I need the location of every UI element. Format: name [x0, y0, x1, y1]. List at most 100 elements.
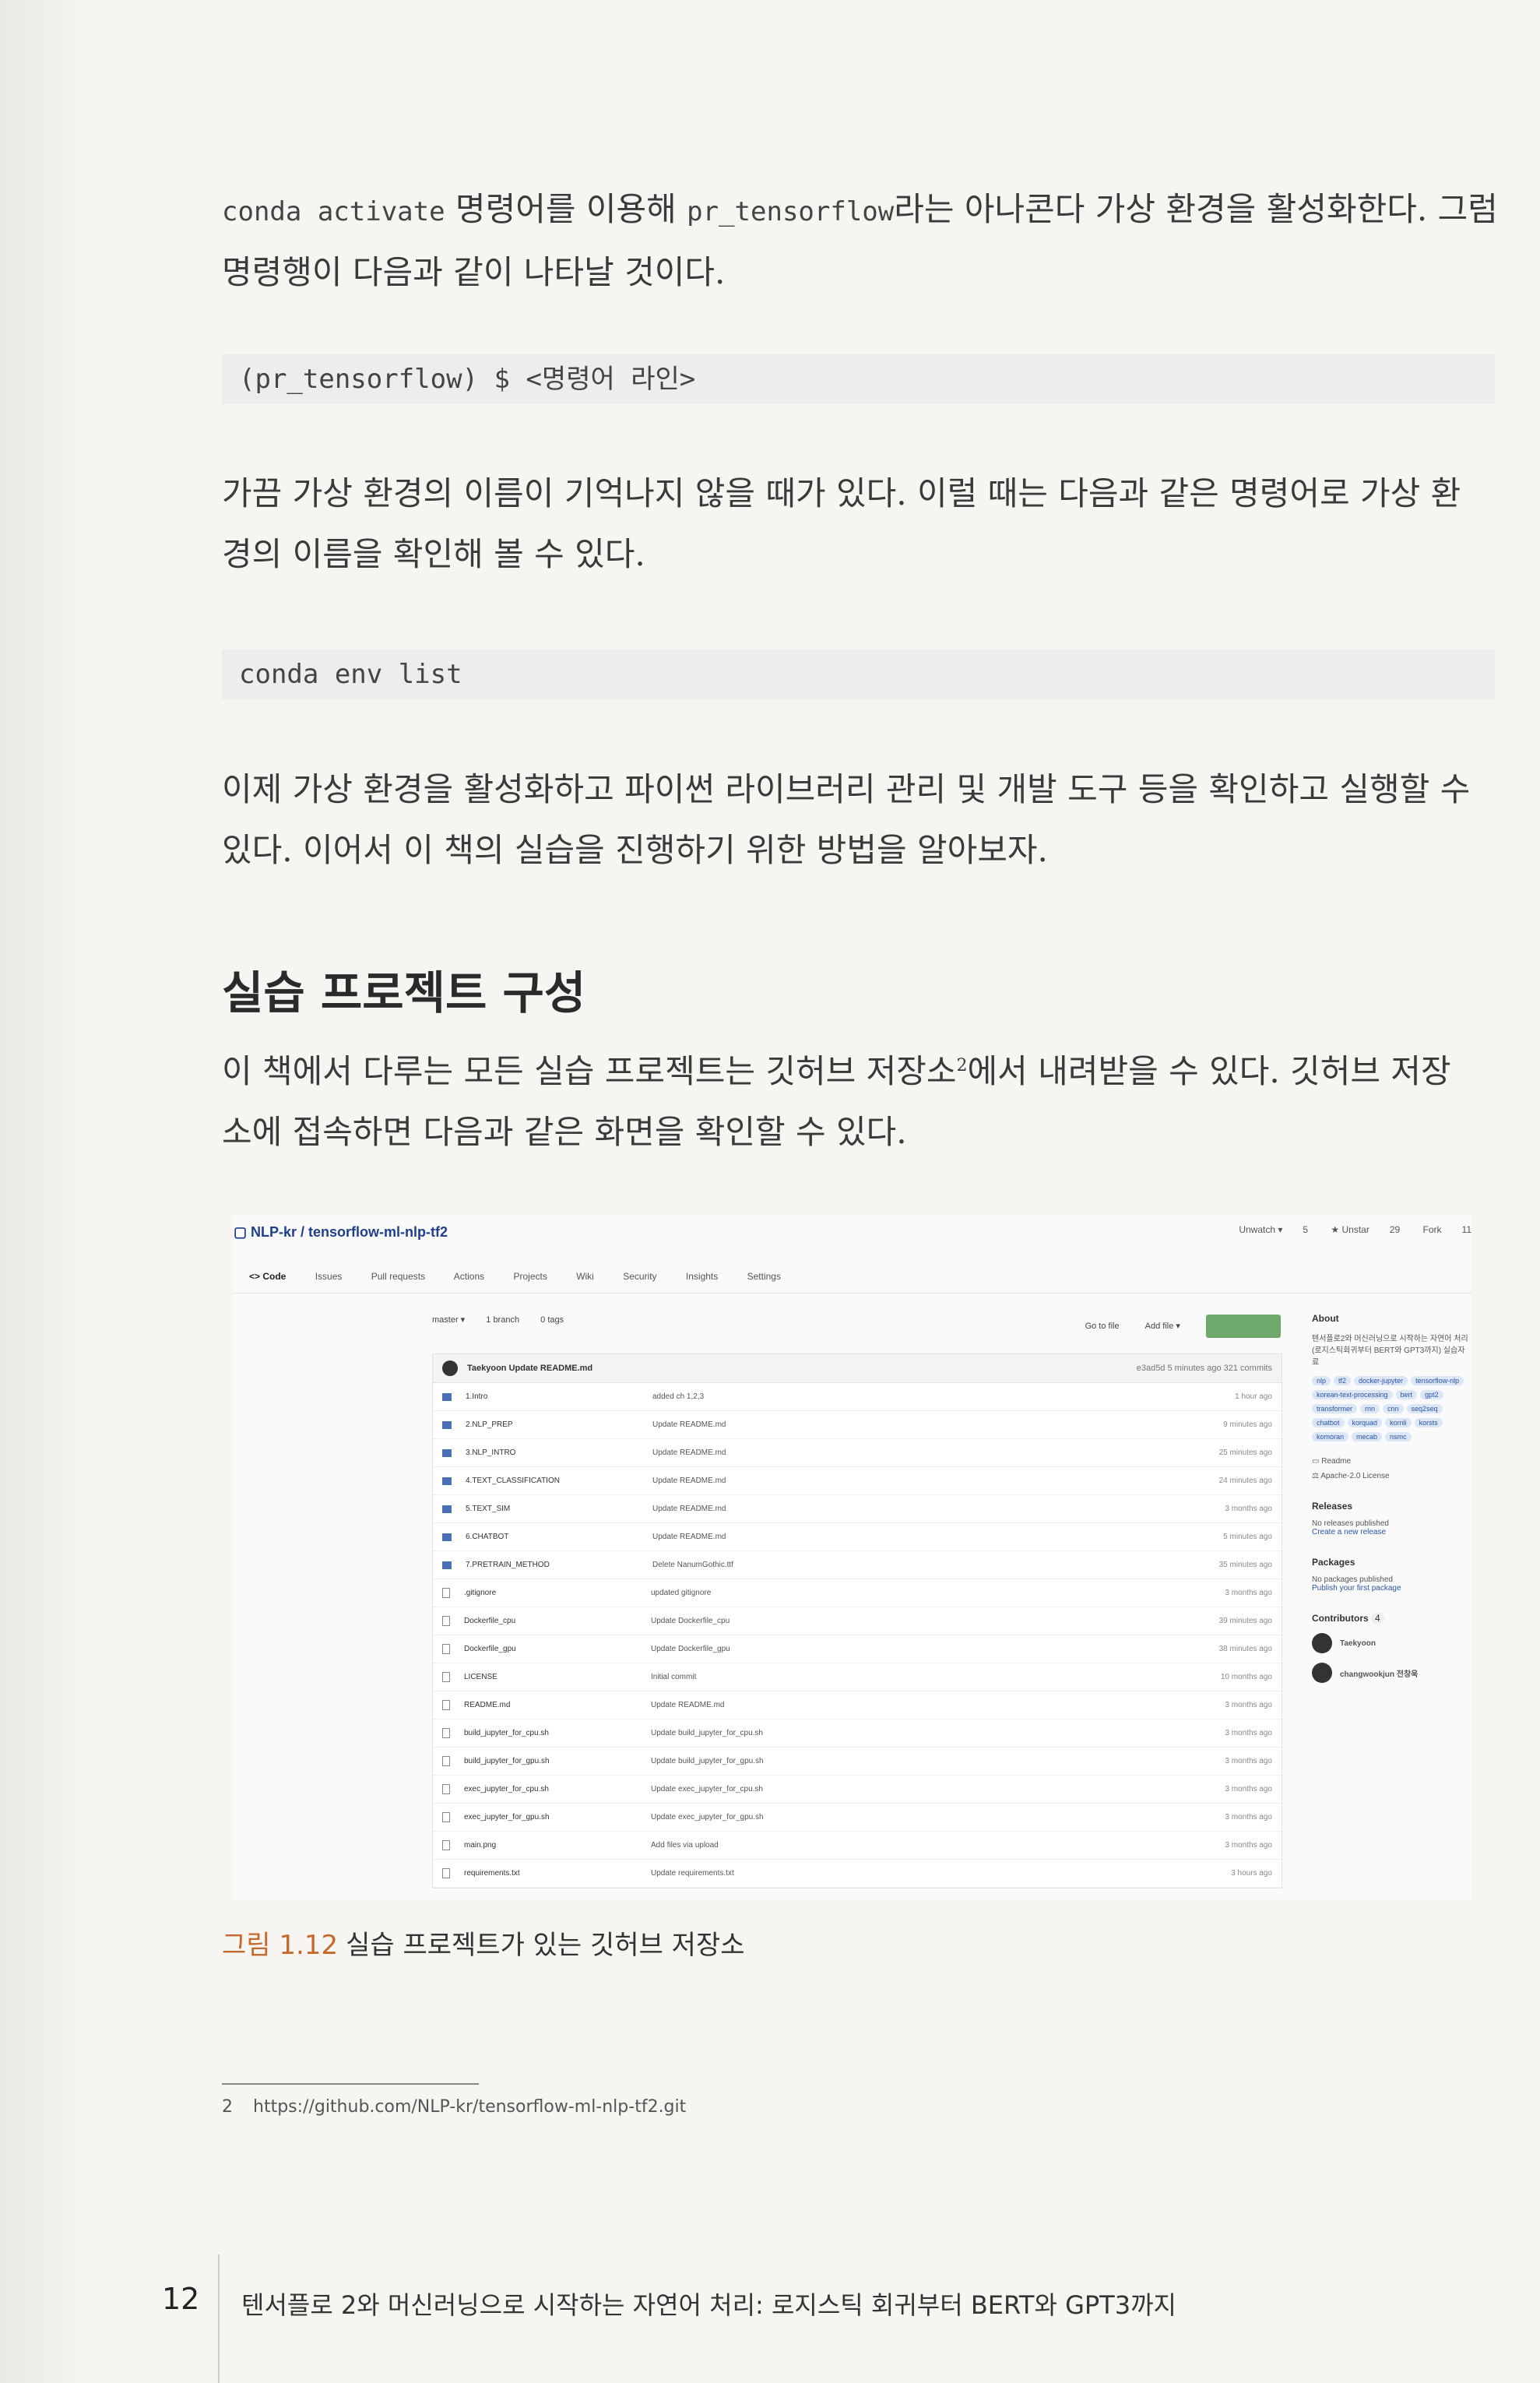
- file-name[interactable]: Dockerfile_gpu: [464, 1645, 651, 1653]
- create-release-link[interactable]: Create a new release: [1312, 1528, 1471, 1536]
- file-commit-message[interactable]: updated gitignore: [651, 1589, 1179, 1597]
- file-commit-message[interactable]: Update README.md: [652, 1533, 1179, 1541]
- code-download-button[interactable]: [1206, 1315, 1281, 1338]
- branch-select[interactable]: master ▾: [432, 1315, 465, 1325]
- table-row[interactable]: LICENSE Initial commit 10 months ago: [433, 1663, 1282, 1691]
- file-commit-message[interactable]: Update README.md: [652, 1477, 1179, 1485]
- tags-link[interactable]: 0 tags: [540, 1315, 564, 1325]
- publish-package-link[interactable]: Publish your first package: [1312, 1584, 1471, 1593]
- table-row[interactable]: 3.NLP_INTRO Update README.md 25 minutes ag…: [433, 1439, 1282, 1467]
- file-commit-message[interactable]: Add files via upload: [651, 1841, 1179, 1850]
- go-to-file-button[interactable]: Go to file: [1085, 1322, 1120, 1331]
- footnote-url[interactable]: https://github.com/NLP-kr/tensorflow-ml-…: [253, 2097, 686, 2117]
- table-row[interactable]: requirements.txt Update requirements.txt 3…: [433, 1860, 1282, 1888]
- table-row[interactable]: exec_jupyter_for_gpu.sh Update exec_jupyt…: [433, 1804, 1282, 1832]
- topic-tag[interactable]: docker-jupyter: [1354, 1376, 1408, 1385]
- file-name[interactable]: 4.TEXT_CLASSIFICATION: [466, 1477, 652, 1485]
- license-link[interactable]: ⚖ Apache-2.0 License: [1312, 1472, 1471, 1480]
- file-name[interactable]: exec_jupyter_for_gpu.sh: [464, 1813, 651, 1822]
- table-row[interactable]: 6.CHATBOT Update README.md 5 minutes ago: [433, 1523, 1282, 1551]
- topic-tag[interactable]: korean-text-processing: [1312, 1390, 1393, 1399]
- topic-tag[interactable]: nsmc: [1385, 1432, 1412, 1441]
- file-name[interactable]: 3.NLP_INTRO: [466, 1448, 652, 1457]
- topic-tag[interactable]: korsts: [1414, 1418, 1443, 1427]
- file-name[interactable]: build_jupyter_for_gpu.sh: [464, 1757, 651, 1765]
- file-name[interactable]: Dockerfile_cpu: [464, 1617, 651, 1625]
- table-row[interactable]: 1.Intro added ch 1,2,3 1 hour ago: [433, 1383, 1282, 1411]
- file-commit-message[interactable]: Update README.md: [652, 1505, 1179, 1513]
- topic-tag[interactable]: tensorflow-nlp: [1411, 1376, 1464, 1385]
- readme-link[interactable]: ▭ Readme: [1312, 1457, 1471, 1466]
- topic-tag[interactable]: transformer: [1312, 1404, 1358, 1413]
- tab-issues[interactable]: Issues: [315, 1271, 343, 1282]
- topic-tag[interactable]: kornli: [1385, 1418, 1412, 1427]
- table-row[interactable]: Dockerfile_gpu Update Dockerfile_gpu 38 mi…: [433, 1635, 1282, 1663]
- table-row[interactable]: README.md Update README.md 3 months ago: [433, 1691, 1282, 1719]
- fork-button[interactable]: Fork: [1423, 1224, 1442, 1235]
- table-row[interactable]: Dockerfile_cpu Update Dockerfile_cpu 39 mi…: [433, 1607, 1282, 1635]
- topic-tag[interactable]: korquad: [1347, 1418, 1383, 1427]
- topic-tag[interactable]: bert: [1395, 1390, 1418, 1399]
- commit-author[interactable]: Taekyoon: [467, 1364, 507, 1373]
- table-row[interactable]: 5.TEXT_SIM Update README.md 3 months ago: [433, 1495, 1282, 1523]
- topic-tag[interactable]: mecab: [1352, 1432, 1383, 1441]
- file-commit-message[interactable]: Update exec_jupyter_for_cpu.sh: [651, 1785, 1179, 1793]
- file-name[interactable]: 5.TEXT_SIM: [466, 1505, 652, 1513]
- file-commit-message[interactable]: Update Dockerfile_cpu: [651, 1617, 1179, 1625]
- file-name[interactable]: main.png: [464, 1841, 651, 1850]
- topic-tag[interactable]: chatbot: [1312, 1418, 1345, 1427]
- topic-tag[interactable]: gpt2: [1420, 1390, 1443, 1399]
- tab-settings[interactable]: Settings: [747, 1271, 781, 1282]
- file-name[interactable]: 6.CHATBOT: [466, 1533, 652, 1541]
- avatar[interactable]: [442, 1360, 458, 1376]
- topic-tag[interactable]: komoran: [1312, 1432, 1349, 1441]
- file-commit-message[interactable]: Update README.md: [652, 1448, 1179, 1457]
- commit-message[interactable]: Update README.md: [509, 1364, 593, 1373]
- file-name[interactable]: build_jupyter_for_cpu.sh: [464, 1729, 651, 1737]
- tab-security[interactable]: Security: [623, 1271, 656, 1282]
- file-name[interactable]: 7.PRETRAIN_METHOD: [466, 1561, 652, 1569]
- file-name[interactable]: .gitignore: [464, 1589, 651, 1597]
- file-commit-message[interactable]: Update README.md: [651, 1701, 1179, 1709]
- file-commit-message[interactable]: Initial commit: [651, 1673, 1179, 1681]
- file-name[interactable]: 1.Intro: [466, 1392, 652, 1401]
- file-commit-message[interactable]: Update README.md: [652, 1420, 1179, 1429]
- file-commit-message[interactable]: Update exec_jupyter_for_gpu.sh: [651, 1813, 1179, 1822]
- commit-meta[interactable]: e3ad5d 5 minutes ago 321 commits: [1137, 1364, 1272, 1373]
- file-commit-message[interactable]: Update build_jupyter_for_gpu.sh: [651, 1757, 1179, 1765]
- file-name[interactable]: LICENSE: [464, 1673, 651, 1681]
- topic-tag[interactable]: cnn: [1383, 1404, 1404, 1413]
- tab-code[interactable]: <> Code: [249, 1271, 286, 1282]
- add-file-button[interactable]: Add file ▾: [1145, 1322, 1180, 1331]
- tab-pull-requests[interactable]: Pull requests: [371, 1271, 425, 1282]
- file-commit-message[interactable]: Update Dockerfile_gpu: [651, 1645, 1179, 1653]
- topic-tag[interactable]: rnn: [1360, 1404, 1380, 1413]
- repo-title[interactable]: ▢ NLP-kr / tensorflow-ml-nlp-tf2: [234, 1224, 448, 1241]
- contributor-item[interactable]: Taekyoon: [1312, 1633, 1471, 1653]
- unstar-button[interactable]: ★ Unstar: [1331, 1224, 1369, 1235]
- file-name[interactable]: README.md: [464, 1701, 651, 1709]
- tab-actions[interactable]: Actions: [454, 1271, 484, 1282]
- file-commit-message[interactable]: added ch 1,2,3: [652, 1392, 1179, 1401]
- file-name[interactable]: requirements.txt: [464, 1869, 651, 1878]
- file-commit-message[interactable]: Update requirements.txt: [651, 1869, 1179, 1878]
- tab-wiki[interactable]: Wiki: [576, 1271, 594, 1282]
- table-row[interactable]: build_jupyter_for_gpu.sh Update build_jup…: [433, 1748, 1282, 1776]
- table-row[interactable]: 4.TEXT_CLASSIFICATION Update README.md 24 …: [433, 1467, 1282, 1495]
- unwatch-button[interactable]: Unwatch ▾: [1239, 1224, 1282, 1235]
- footnote-ref[interactable]: 2: [957, 1056, 968, 1075]
- tab-insights[interactable]: Insights: [686, 1271, 718, 1282]
- file-commit-message[interactable]: Delete NanumGothic.ttf: [652, 1561, 1179, 1569]
- topic-tag[interactable]: seq2seq: [1406, 1404, 1443, 1413]
- tab-projects[interactable]: Projects: [513, 1271, 547, 1282]
- file-commit-message[interactable]: Update build_jupyter_for_cpu.sh: [651, 1729, 1179, 1737]
- contributor-item[interactable]: changwookjun 전창욱: [1312, 1663, 1471, 1683]
- table-row[interactable]: main.png Add files via upload 3 months ago: [433, 1832, 1282, 1860]
- table-row[interactable]: .gitignore updated gitignore 3 months ago: [433, 1579, 1282, 1607]
- table-row[interactable]: 7.PRETRAIN_METHOD Delete NanumGothic.ttf 3…: [433, 1551, 1282, 1579]
- table-row[interactable]: build_jupyter_for_cpu.sh Update build_jup…: [433, 1719, 1282, 1748]
- table-row[interactable]: 2.NLP_PREP Update README.md 9 minutes ago: [433, 1411, 1282, 1439]
- branches-link[interactable]: 1 branch: [486, 1315, 519, 1325]
- table-row[interactable]: exec_jupyter_for_cpu.sh Update exec_jupyt…: [433, 1776, 1282, 1804]
- topic-tag[interactable]: nlp: [1312, 1376, 1331, 1385]
